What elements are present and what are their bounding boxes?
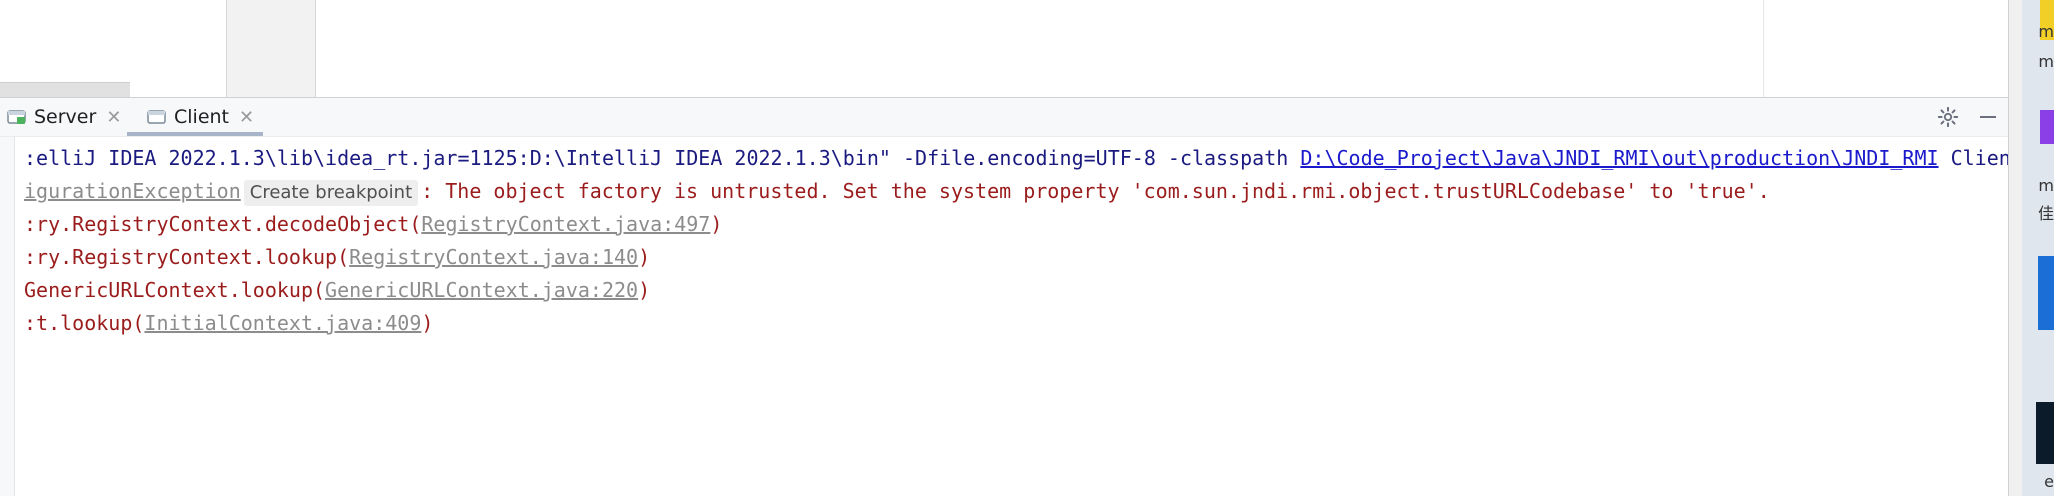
- console-gutter: [0, 137, 15, 496]
- stack-method: :ry.RegistryContext.decodeObject(: [24, 212, 422, 236]
- command-line: :elliJ IDEA 2022.1.3\lib\idea_rt.jar=112…: [24, 142, 2008, 175]
- minimize-icon[interactable]: [1976, 105, 2000, 129]
- tab-server[interactable]: Server ✕: [6, 98, 121, 136]
- app-icon: [2038, 256, 2054, 330]
- editor-right-margin-line: [1763, 0, 1764, 97]
- stack-close: ): [638, 245, 651, 269]
- stack-source-link[interactable]: RegistryContext.java:497: [421, 212, 710, 236]
- run-config-icon: [6, 108, 28, 126]
- stack-method: :t.lookup(: [24, 311, 145, 335]
- stack-close: ): [421, 311, 434, 335]
- stack-trace-line: GenericURLContext.lookup(GenericURLConte…: [24, 274, 2008, 307]
- classpath-link[interactable]: D:\Code_Project\Java\JNDI_RMI\out\produc…: [1300, 146, 1938, 170]
- stack-trace-line: :ry.RegistryContext.lookup(RegistryConte…: [24, 241, 2008, 274]
- create-breakpoint-button[interactable]: Create breakpoint: [243, 180, 419, 206]
- console-lines: :elliJ IDEA 2022.1.3\lib\idea_rt.jar=112…: [24, 142, 2008, 492]
- run-tool-window-header: Server ✕ Client ✕: [0, 98, 2008, 137]
- background-text: 佳: [2037, 204, 2054, 223]
- editor-gutter: [226, 0, 316, 97]
- close-icon[interactable]: ✕: [239, 107, 254, 128]
- app-icon: [2036, 402, 2054, 464]
- editor-area: [0, 0, 2008, 98]
- partial-background-window: m m m 佳 e: [2022, 0, 2054, 496]
- close-icon[interactable]: ✕: [106, 107, 121, 128]
- background-text: m: [2038, 52, 2054, 71]
- tab-server-label: Server: [34, 106, 97, 128]
- stack-trace-line: :t.lookup(InitialContext.java:409): [24, 307, 2008, 340]
- stack-trace-line: :ry.RegistryContext.decodeObject(Registr…: [24, 208, 2008, 241]
- stack-method: GenericURLContext.lookup(: [24, 278, 326, 302]
- project-panel-horizontal-scrollbar[interactable]: [0, 82, 130, 97]
- run-config-icon: [146, 108, 168, 126]
- stack-source-link[interactable]: RegistryContext.java:140: [349, 245, 638, 269]
- console-output[interactable]: :elliJ IDEA 2022.1.3\lib\idea_rt.jar=112…: [0, 137, 2008, 496]
- tab-client[interactable]: Client ✕: [146, 98, 254, 136]
- background-text: e: [2044, 472, 2054, 491]
- stack-source-link[interactable]: InitialContext.java:409: [144, 311, 421, 335]
- vertical-scrollbar[interactable]: [2008, 0, 2023, 496]
- tab-client-label: Client: [174, 106, 230, 128]
- command-prefix: :elliJ IDEA 2022.1.3\lib\idea_rt.jar=112…: [24, 146, 1301, 170]
- gear-icon[interactable]: [1936, 105, 1960, 129]
- app-icon: [2040, 110, 2054, 144]
- background-text: m: [2038, 22, 2054, 41]
- active-tab-indicator: [127, 132, 263, 136]
- command-suffix: Client: [1950, 146, 2008, 170]
- stack-method: :ry.RegistryContext.lookup(: [24, 245, 350, 269]
- stack-close: ): [710, 212, 723, 236]
- stack-source-link[interactable]: GenericURLContext.java:220: [325, 278, 638, 302]
- error-line: igurationException Create breakpoint: The…: [24, 175, 2008, 208]
- exception-link[interactable]: igurationException: [24, 179, 241, 203]
- stack-close: ): [638, 278, 651, 302]
- background-text: m: [2038, 176, 2054, 195]
- error-message: : The object factory is untrusted. Set t…: [421, 179, 1770, 203]
